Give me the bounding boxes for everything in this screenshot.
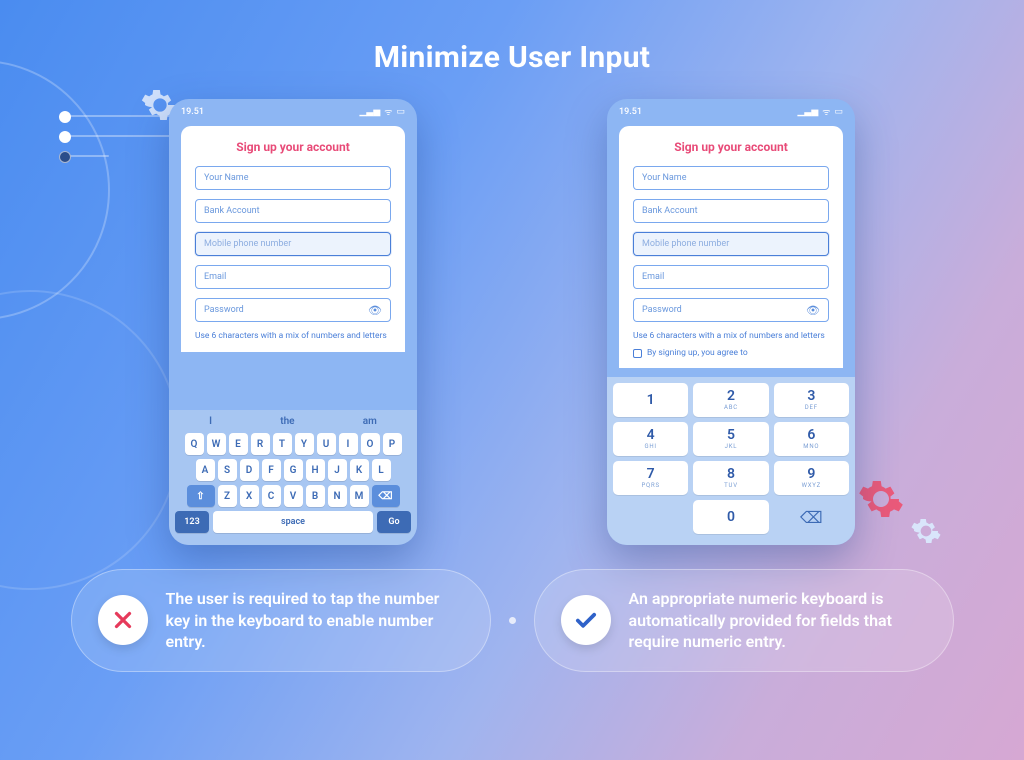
name-field[interactable]: Your Name [633,166,829,190]
gear-icon [857,475,905,523]
password-field[interactable]: Password 👁 [633,298,829,322]
key[interactable]: T [273,433,292,455]
key[interactable]: ⌫ [372,485,400,507]
cross-icon [98,595,148,645]
numpad-key[interactable]: 3DEF [774,383,849,417]
gear-icon [910,515,942,547]
key[interactable]: Z [218,485,237,507]
backspace-key[interactable]: ⌫ [774,500,849,534]
key[interactable]: N [328,485,347,507]
phone-field[interactable]: Mobile phone number [633,232,829,256]
status-icons: ▁▃▅ ᯤ ▭ [360,105,406,118]
email-field[interactable]: Email [633,265,829,289]
bank-field[interactable]: Bank Account [195,199,391,223]
signal-icon: ▁▃▅ [360,107,381,117]
suggestion[interactable]: am [363,416,377,427]
numeric-keyboard: 12ABC3DEF 4GHI5JKL6MNO 7PQRS8TUV9WXYZ 0⌫ [607,377,855,545]
numbers-key[interactable]: 123 [175,511,209,533]
signup-card: Sign up your account Your Name Bank Acco… [181,126,405,352]
status-time: 19.51 [619,107,642,117]
key[interactable]: A [196,459,215,481]
form-title: Sign up your account [195,140,391,154]
key[interactable]: J [328,459,347,481]
key[interactable]: B [306,485,325,507]
phone-mockup-qwerty: 19.51 ▁▃▅ ᯤ ▭ Sign up your account Your … [169,99,417,545]
key[interactable]: X [240,485,259,507]
status-bar: 19.51 ▁▃▅ ᯤ ▭ [607,99,855,122]
page-title: Minimize User Input [0,0,1024,75]
numpad-key[interactable]: 4GHI [613,422,688,456]
key[interactable]: W [207,433,226,455]
key[interactable]: U [317,433,336,455]
key[interactable]: R [251,433,270,455]
status-time: 19.51 [181,107,204,117]
key[interactable]: S [218,459,237,481]
eye-icon[interactable]: 👁 [806,304,820,317]
numpad-key[interactable]: 8TUV [693,461,768,495]
key[interactable]: E [229,433,248,455]
numpad-key[interactable]: 6MNO [774,422,849,456]
name-field[interactable]: Your Name [195,166,391,190]
key[interactable]: M [350,485,369,507]
phone-mockup-numpad: 19.51 ▁▃▅ ᯤ ▭ Sign up your account Your … [607,99,855,545]
caption-text: The user is required to tap the number k… [166,588,464,653]
caption-good: An appropriate numeric keyboard is autom… [534,569,954,672]
suggestion[interactable]: I [209,416,212,427]
key[interactable]: Y [295,433,314,455]
password-hint: Use 6 characters with a mix of numbers a… [633,331,829,342]
password-hint: Use 6 characters with a mix of numbers a… [195,331,391,342]
agree-text: By signing up, you agree to [647,348,748,358]
key[interactable]: H [306,459,325,481]
numpad-key[interactable]: 5JKL [693,422,768,456]
key[interactable]: V [284,485,303,507]
status-bar: 19.51 ▁▃▅ ᯤ ▭ [169,99,417,122]
key[interactable]: K [350,459,369,481]
numpad-key[interactable]: 7PQRS [613,461,688,495]
password-field[interactable]: Password 👁 [195,298,391,322]
key[interactable]: D [240,459,259,481]
separator-dot [509,617,516,624]
key[interactable]: C [262,485,281,507]
eye-icon[interactable]: 👁 [368,304,382,317]
key[interactable]: L [372,459,391,481]
suggestion[interactable]: the [280,416,294,427]
key[interactable]: Q [185,433,204,455]
numpad-key[interactable]: 1 [613,383,688,417]
key[interactable]: I [339,433,358,455]
signal-icon: ▁▃▅ [798,107,819,117]
caption-bad: The user is required to tap the number k… [71,569,491,672]
caption-text: An appropriate numeric keyboard is autom… [629,588,927,653]
battery-icon: ▭ [834,107,843,117]
key[interactable]: O [361,433,380,455]
agree-row[interactable]: By signing up, you agree to [633,348,829,358]
check-icon [561,595,611,645]
status-icons: ▁▃▅ ᯤ ▭ [798,105,844,118]
space-key[interactable]: space [213,511,373,533]
battery-icon: ▭ [396,107,405,117]
go-key[interactable]: Go [377,511,411,533]
signup-card: Sign up your account Your Name Bank Acco… [619,126,843,368]
numpad-key[interactable]: 9WXYZ [774,461,849,495]
numpad-key[interactable]: 0 [693,500,768,534]
wifi-icon: ᯤ [384,105,392,118]
checkbox-icon[interactable] [633,349,642,358]
email-field[interactable]: Email [195,265,391,289]
key[interactable]: P [383,433,402,455]
keyboard-suggestions: I the am [175,416,411,433]
wifi-icon: ᯤ [822,105,830,118]
bank-field[interactable]: Bank Account [633,199,829,223]
numpad-key[interactable]: 2ABC [693,383,768,417]
key[interactable]: G [284,459,303,481]
form-title: Sign up your account [633,140,829,154]
key[interactable]: ⇧ [187,485,215,507]
key[interactable]: F [262,459,281,481]
phone-field[interactable]: Mobile phone number [195,232,391,256]
qwerty-keyboard: I the am QWERTYUIOP ASDFGHJKL ⇧ZXCVBNM⌫ … [169,410,417,545]
